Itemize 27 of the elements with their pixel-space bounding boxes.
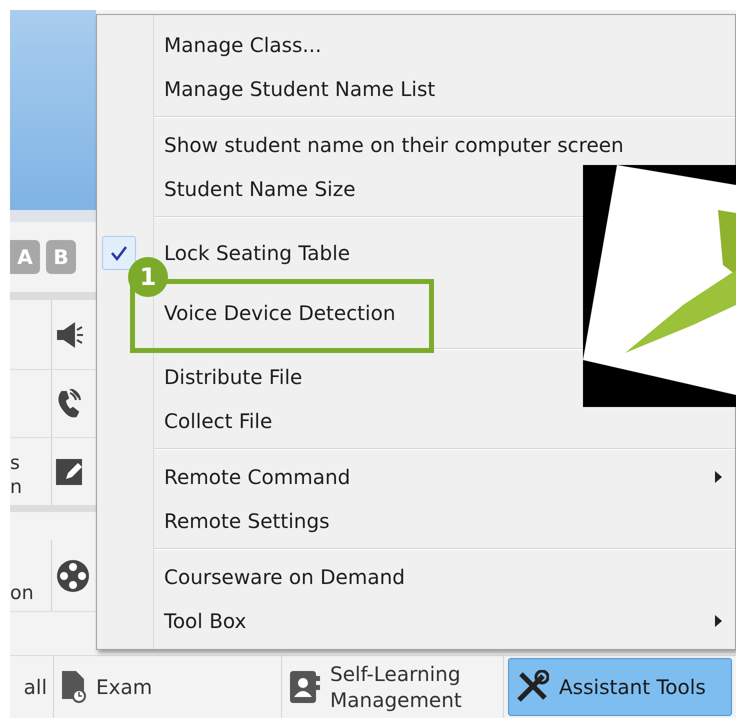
menu-item[interactable]: Voice Device Detection [154, 298, 396, 328]
speaker-icon [56, 322, 86, 348]
menu-item[interactable]: Manage Class... [154, 30, 322, 60]
tools-icon [515, 670, 549, 704]
label-fragment: on [10, 581, 35, 605]
document-clock-icon [62, 671, 86, 703]
edit-icon [56, 458, 82, 484]
contact-book-icon [290, 671, 320, 703]
menu-item[interactable]: Courseware on Demand [154, 562, 405, 592]
phone-icon [56, 388, 82, 418]
menu-item[interactable]: Remote Command [154, 462, 350, 492]
toolbar-button[interactable]: Self-Learning Management [282, 656, 504, 718]
toolbar-button[interactable]: Exam [54, 656, 282, 718]
label-fragment: n [10, 475, 24, 499]
letter-badge: A [10, 240, 40, 274]
menu-item[interactable]: Manage Student Name List [154, 74, 436, 104]
menu-item[interactable]: Tool Box [154, 606, 246, 636]
film-reel-icon [56, 558, 90, 592]
menu-item[interactable]: Student Name Size [154, 174, 356, 204]
toolbar-button[interactable]: all [10, 656, 54, 718]
toolbar-button[interactable]: Assistant Tools [508, 658, 732, 716]
menu-item[interactable]: Distribute File [154, 362, 302, 392]
menu-item[interactable]: Show student name on their computer screen [154, 130, 624, 160]
menu-item[interactable]: Collect File [154, 406, 272, 436]
label-fragment: s [10, 451, 21, 475]
letter-badge: B [46, 240, 76, 274]
menu-item[interactable]: Remote Settings [154, 506, 330, 536]
